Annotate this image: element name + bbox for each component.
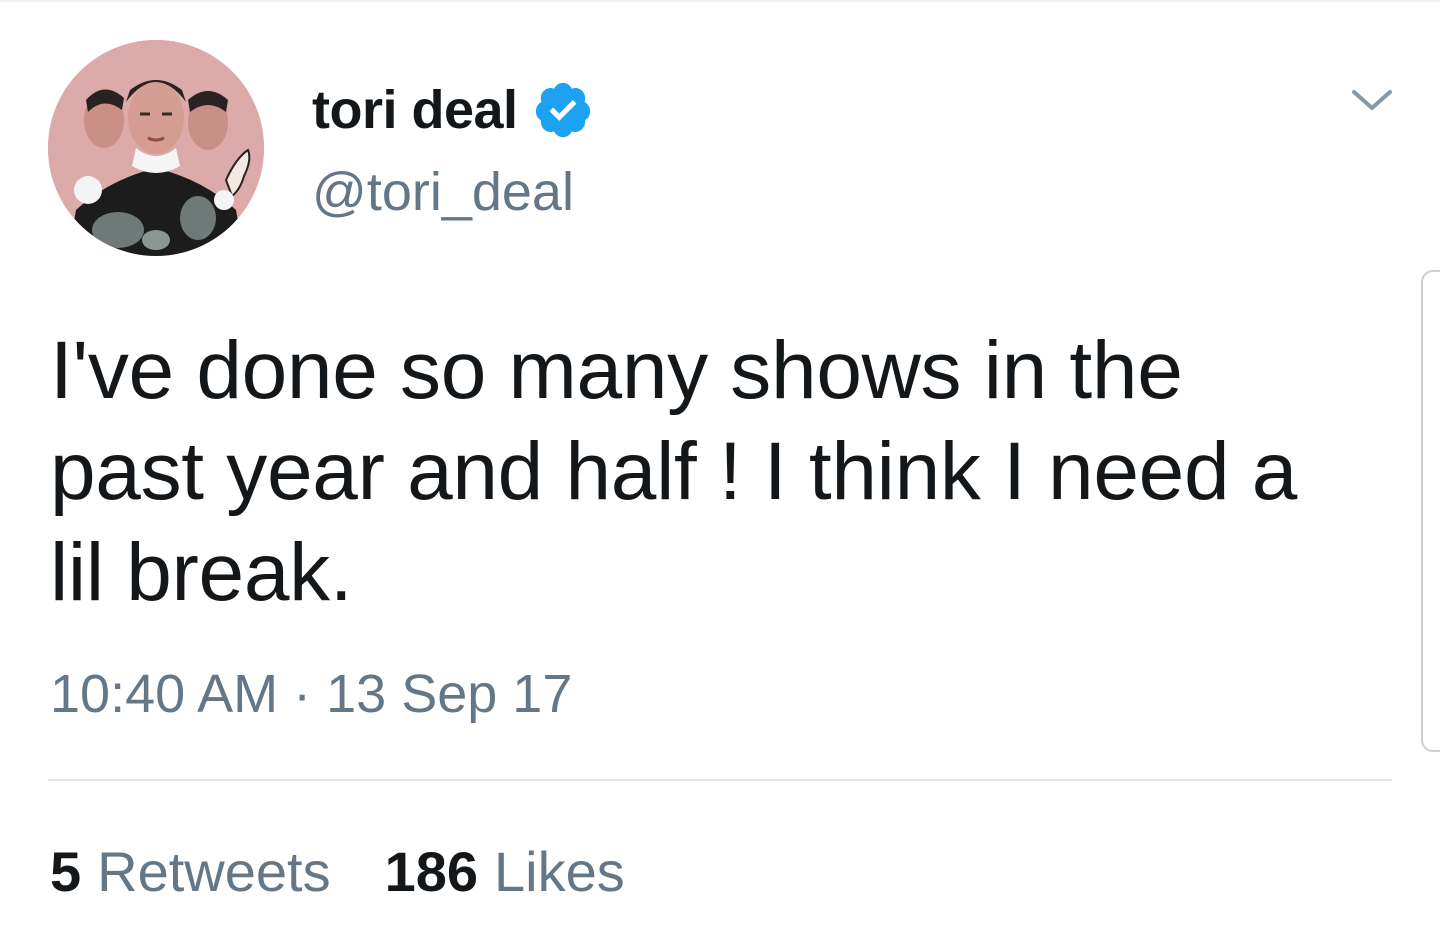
tweet-timestamp[interactable]: 10:40 AM · 13 Sep 17 bbox=[50, 662, 572, 726]
retweets-label: Retweets bbox=[97, 840, 331, 903]
tweet-text-line: I've done so many shows in the bbox=[50, 325, 1183, 416]
stats-divider bbox=[48, 779, 1392, 781]
avatar-image bbox=[48, 40, 264, 256]
tweet-menu-button[interactable] bbox=[1340, 76, 1404, 124]
scrollbar[interactable] bbox=[1421, 270, 1440, 752]
top-divider bbox=[0, 0, 1440, 2]
retweets-stat[interactable]: 5 Retweets bbox=[50, 840, 331, 904]
likes-stat[interactable]: 186 Likes bbox=[385, 840, 625, 904]
tweet-text: I've done so many shows in the past year… bbox=[50, 320, 1410, 623]
tweet-stats: 5 Retweets 186 Likes bbox=[50, 840, 625, 904]
author-handle[interactable]: @tori_deal bbox=[312, 160, 574, 224]
verified-badge-icon bbox=[532, 79, 594, 141]
tweet-text-line: past year and half ! I think I need a bbox=[50, 426, 1298, 517]
display-name[interactable]: tori deal bbox=[312, 78, 518, 142]
likes-label: Likes bbox=[494, 840, 625, 903]
retweets-count: 5 bbox=[50, 840, 82, 903]
likes-count: 186 bbox=[384, 840, 479, 903]
author-row[interactable]: tori deal bbox=[312, 78, 594, 142]
tweet-card: tori deal @tori_deal I've done so many s… bbox=[0, 0, 1440, 951]
avatar[interactable] bbox=[48, 40, 264, 256]
tweet-text-line: lil break. bbox=[50, 527, 353, 618]
chevron-down-icon bbox=[1352, 90, 1392, 110]
